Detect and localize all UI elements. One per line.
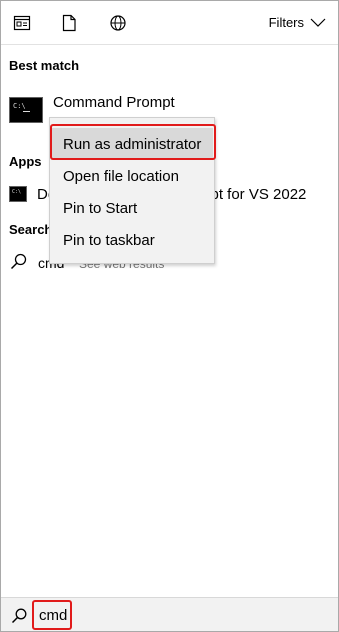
search-icon bbox=[10, 253, 27, 270]
search-input-highlight bbox=[32, 600, 72, 630]
filters-label: Filters bbox=[268, 15, 304, 30]
pin-to-taskbar-item[interactable]: Pin to taskbar bbox=[51, 224, 213, 256]
pin-to-start-item[interactable]: Pin to Start bbox=[51, 192, 213, 224]
run-as-admin-highlight bbox=[50, 124, 216, 160]
best-match-header: Best match bbox=[9, 58, 80, 73]
apps-icon[interactable] bbox=[13, 14, 31, 32]
open-file-location-item[interactable]: Open file location bbox=[51, 160, 213, 192]
best-match-title: Command Prompt bbox=[53, 94, 175, 111]
filters-button[interactable]: Filters bbox=[269, 15, 326, 30]
chevron-down-icon bbox=[310, 18, 326, 27]
document-icon[interactable] bbox=[60, 14, 78, 32]
web-icon[interactable] bbox=[109, 14, 127, 32]
top-divider bbox=[1, 44, 338, 45]
command-prompt-icon: C:\ bbox=[9, 186, 27, 202]
search-window: Filters Best match C:\ Command Prompt Ap… bbox=[0, 0, 339, 632]
search-web-header: Search bbox=[9, 222, 53, 237]
command-prompt-icon: C:\ bbox=[9, 97, 43, 123]
search-top-bar: Filters bbox=[1, 1, 338, 45]
search-icon bbox=[11, 608, 27, 624]
apps-header: Apps bbox=[9, 154, 42, 169]
